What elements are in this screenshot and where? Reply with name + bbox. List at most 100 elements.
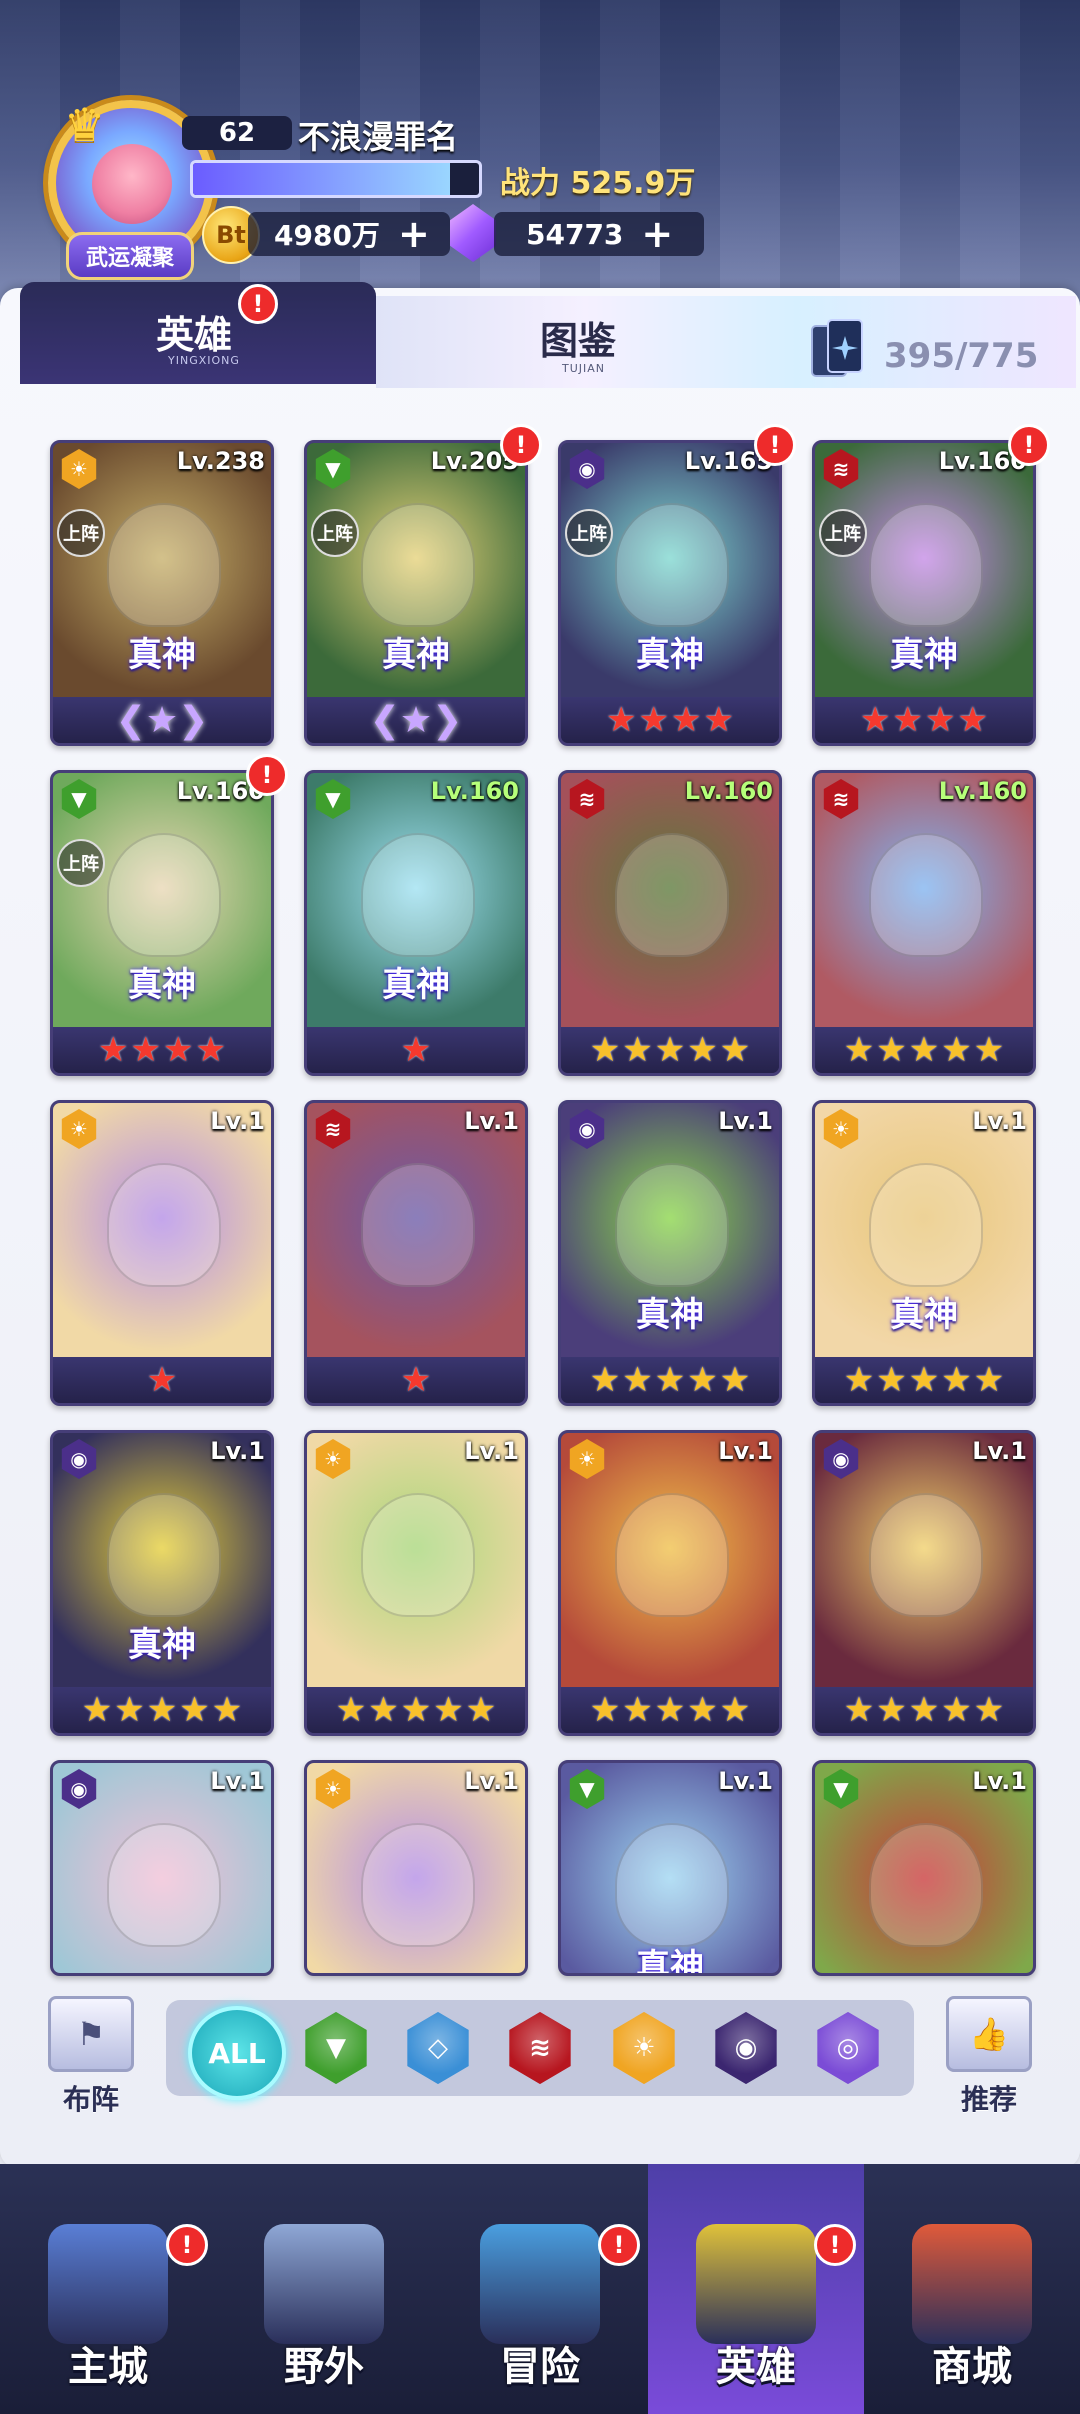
star-icon: ★ bbox=[589, 1360, 621, 1400]
hero-card[interactable]: ☀ Lv.1 ★ ★ ★ ★ ★ bbox=[304, 1430, 528, 1736]
filter-all-button[interactable]: ALL bbox=[188, 2006, 286, 2100]
star-rating: ★ ★ ★ ★ bbox=[53, 1027, 271, 1073]
hero-card[interactable]: ◉ Lv.165 上阵 真神 ★ ★ ★ ★ bbox=[558, 440, 782, 746]
nav-alert-icon: ! bbox=[814, 2224, 856, 2266]
deployed-badge: 上阵 bbox=[565, 509, 613, 557]
avatar-badge[interactable]: 武运凝聚 bbox=[66, 232, 194, 280]
star-icon: ★ bbox=[876, 1360, 907, 1400]
player-name: 不浪漫罪名 bbox=[298, 118, 459, 156]
nav-label: 英雄 bbox=[716, 2344, 796, 2390]
nav-label: 冒险 bbox=[500, 2344, 580, 2390]
hero-card[interactable]: ▼ Lv.205 上阵 真神 ❮★❯ bbox=[304, 440, 528, 746]
flag-icon: ⚑ bbox=[48, 1996, 134, 2072]
hero-card[interactable]: ≋ Lv.160 ★ ★ ★ ★ ★ bbox=[812, 770, 1036, 1076]
formation-button[interactable]: ⚑ 布阵 bbox=[46, 1996, 136, 2126]
hero-card[interactable]: ☀ Lv.1 ★ bbox=[50, 1100, 274, 1406]
thumbs-up-icon: 👍 bbox=[946, 1996, 1032, 2072]
hero-figure bbox=[615, 1823, 729, 1947]
tab-codex-label: 图鉴 bbox=[540, 319, 617, 363]
true-god-badge: 真神 bbox=[382, 635, 450, 675]
true-god-badge: 真神 bbox=[636, 1947, 704, 1976]
add-gems-button[interactable]: + bbox=[641, 212, 673, 256]
hero-card[interactable]: ◉ Lv.1 真神 ★ ★ ★ ★ ★ bbox=[50, 1430, 274, 1736]
star-icon: ★ bbox=[941, 1360, 972, 1400]
nav-4-button[interactable]: 商城 bbox=[864, 2164, 1080, 2414]
star-icon: ★ bbox=[589, 1030, 621, 1070]
hero-card[interactable]: ◉ Lv.1 真神 ★ ★ ★ ★ ★ bbox=[558, 1100, 782, 1406]
star-rating: ★ ★ ★ ★ ★ bbox=[815, 1357, 1033, 1403]
star-icon: ★ bbox=[973, 1690, 1005, 1730]
hero-figure bbox=[869, 833, 983, 957]
tab-heroes-alert-icon: ! bbox=[238, 284, 278, 324]
star-rating: ❮★❯ bbox=[307, 697, 525, 743]
star-icon: ★ bbox=[908, 1360, 940, 1400]
star-icon: ★ bbox=[368, 1690, 399, 1730]
hero-level: Lv.1 bbox=[210, 1437, 265, 1465]
star-icon: ★ bbox=[654, 1690, 686, 1730]
hero-figure bbox=[107, 503, 221, 627]
true-god-badge: 真神 bbox=[382, 965, 450, 1005]
star-rating: ★ bbox=[307, 1357, 525, 1403]
coin-amount: 4980万 bbox=[274, 219, 380, 252]
star-icon: ★ bbox=[860, 700, 891, 740]
tab-heroes-sub: YINGXIONG bbox=[168, 354, 240, 367]
hero-level: Lv.1 bbox=[464, 1767, 519, 1795]
hero-card[interactable]: ◉ Lv.1 bbox=[50, 1760, 274, 1976]
nav-label: 商城 bbox=[932, 2344, 1012, 2390]
hero-count: 395/775 bbox=[884, 336, 1039, 376]
nav-0-button[interactable]: 主城! bbox=[0, 2164, 216, 2414]
nav-label: 主城 bbox=[68, 2344, 148, 2390]
tab-heroes[interactable]: 英雄 YINGXIONG ! bbox=[20, 282, 376, 384]
avatar-face bbox=[92, 144, 172, 224]
star-icon: ★ bbox=[98, 1030, 129, 1070]
star-icon: ★ bbox=[622, 1690, 653, 1730]
hero-level: Lv.160 bbox=[430, 777, 519, 805]
hero-card[interactable]: ▼ Lv.1 真神 bbox=[558, 1760, 782, 1976]
nav-1-button[interactable]: 野外 bbox=[216, 2164, 432, 2414]
star-rating: ★ ★ ★ ★ ★ bbox=[561, 1027, 779, 1073]
hero-card[interactable]: ▼ Lv.160 上阵 真神 ★ ★ ★ ★ bbox=[50, 770, 274, 1076]
winged-star-icon: ❮★❯ bbox=[369, 699, 463, 741]
formation-label: 布阵 bbox=[62, 2083, 119, 2116]
hero-card[interactable]: ≋ Lv.1 ★ bbox=[304, 1100, 528, 1406]
nav-3-button[interactable]: 英雄! bbox=[648, 2164, 864, 2414]
nav-building-icon bbox=[48, 2224, 168, 2344]
star-icon: ★ bbox=[146, 1360, 178, 1400]
star-rating: ★ ★ ★ ★ ★ bbox=[815, 1687, 1033, 1733]
star-icon: ★ bbox=[876, 1030, 907, 1070]
hero-card[interactable]: ▼ Lv.160 真神 ★ bbox=[304, 770, 528, 1076]
deployed-badge: 上阵 bbox=[311, 509, 359, 557]
hero-figure bbox=[361, 1823, 475, 1947]
deployed-badge: 上阵 bbox=[819, 509, 867, 557]
hero-figure bbox=[107, 1493, 221, 1617]
hero-card[interactable]: ☀ Lv.238 上阵 真神 ❮★❯ bbox=[50, 440, 274, 746]
hero-figure bbox=[361, 1163, 475, 1287]
star-icon: ★ bbox=[892, 700, 923, 740]
hero-figure bbox=[869, 503, 983, 627]
hero-card[interactable]: ≋ Lv.160 上阵 真神 ★ ★ ★ ★ bbox=[812, 440, 1036, 746]
hero-card[interactable]: ☀ Lv.1 ★ ★ ★ ★ ★ bbox=[558, 1430, 782, 1736]
hero-card[interactable]: ◉ Lv.1 ★ ★ ★ ★ ★ bbox=[812, 1430, 1036, 1736]
combat-power-label: 战力 bbox=[500, 166, 560, 201]
star-icon: ★ bbox=[687, 1690, 718, 1730]
star-rating: ★ ★ ★ ★ ★ bbox=[815, 1027, 1033, 1073]
hero-card[interactable]: ≋ Lv.160 ★ ★ ★ ★ ★ bbox=[558, 770, 782, 1076]
hero-card[interactable]: ▼ Lv.1 bbox=[812, 1760, 1036, 1976]
hero-alert-icon: ! bbox=[1008, 424, 1050, 466]
tab-codex[interactable]: 图鉴 TUJIAN bbox=[520, 296, 720, 388]
star-icon: ★ bbox=[400, 1030, 432, 1070]
star-rating: ❮★❯ bbox=[53, 697, 271, 743]
coin-counter: 4980万 + bbox=[248, 212, 450, 256]
true-god-badge: 真神 bbox=[636, 635, 704, 675]
star-icon: ★ bbox=[335, 1690, 367, 1730]
star-rating: ★ ★ ★ ★ ★ bbox=[307, 1687, 525, 1733]
nav-2-button[interactable]: 冒险! bbox=[432, 2164, 648, 2414]
star-icon: ★ bbox=[843, 1030, 875, 1070]
hero-card[interactable]: ☀ Lv.1 真神 ★ ★ ★ ★ ★ bbox=[812, 1100, 1036, 1406]
star-icon: ★ bbox=[843, 1690, 875, 1730]
add-coins-button[interactable]: + bbox=[398, 212, 430, 256]
star-icon: ★ bbox=[654, 1360, 686, 1400]
hero-level: Lv.1 bbox=[718, 1107, 773, 1135]
hero-card[interactable]: ☀ Lv.1 bbox=[304, 1760, 528, 1976]
recommend-button[interactable]: 👍 推荐 bbox=[944, 1996, 1034, 2126]
